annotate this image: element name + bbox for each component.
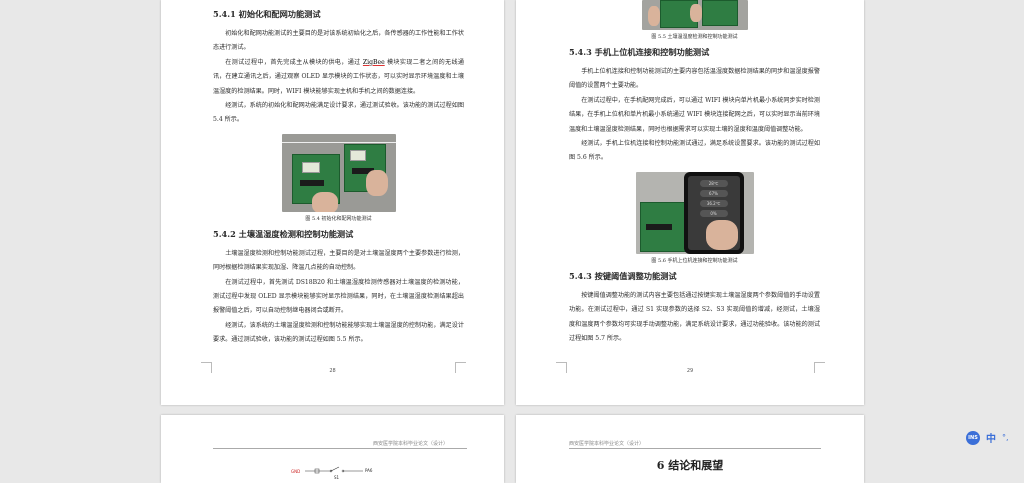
chapter-title: 6 结论和展望 (656, 459, 724, 472)
paragraph: 手机上位机连接和控制功能测试的主要内容包括温湿度数据检测结果的同步和温湿度报警阈… (569, 68, 820, 90)
running-header: 西安医学院本科毕业论文（设计） (373, 441, 449, 447)
phone-reading: 28℃ (699, 179, 728, 187)
text-run: 在测试过程中，首先完成主从模块的供电，通过 (225, 58, 363, 66)
figure-caption: 图 5.6 手机上位机连接和控制功能测试 (651, 257, 738, 264)
ime-toolbar[interactable]: INS 中 °, (966, 430, 1009, 445)
figure-photo-boards (281, 133, 396, 212)
running-header: 西安医学院本科毕业论文（设计） (569, 441, 645, 447)
page-number: 29 (686, 368, 694, 374)
circuit-lines (305, 466, 363, 474)
figure-5-4: 图 5.4 初始化和配网功能测试 (213, 133, 464, 222)
circuit-diagram: GND S1 PA6 (291, 463, 381, 483)
paragraph: 在测试过程中，在手机配网完成后，可以通过 WIFI 模块向单片机最小系统同步实时… (569, 96, 820, 133)
spellcheck-word[interactable]: ZigBee (363, 59, 385, 66)
figure-5-5: 图 5.5 土壤温湿度检测和控制功能测试 (569, 0, 820, 40)
ime-punctuation-icon[interactable]: °, (1002, 433, 1009, 442)
ime-language-toggle[interactable]: 中 (986, 430, 996, 445)
circuit-label: S1 (334, 475, 340, 480)
paragraph: 经测试，系统的初始化和配网功能满足设计要求，通过测试验收。该功能的测试过程如图 … (213, 102, 464, 124)
paragraph: 经测试，该系统的土壤温湿度检测和控制功能能够实现土壤温湿度的控制功能，满足设计要… (213, 321, 464, 344)
paragraph: 在测试过程中，首先完成主从模块的供电，通过 ZigBee 模块实现二者之间的无线… (213, 56, 464, 99)
phone-reading: 36.2℃ (699, 199, 728, 207)
paragraph: 在测试过程中，首先测试 DS18B20 和土壤温湿度检测传感器对土壤温度的检测功… (213, 278, 464, 315)
document-page-31: 西安医学院本科毕业论文（设计） 6 结论和展望 (516, 415, 864, 483)
page-number: 28 (329, 368, 336, 374)
document-page-29: 图 5.5 土壤温湿度检测和控制功能测试 5.4.3 手机上位机连接和控制功能测… (516, 0, 864, 405)
ime-badge-icon[interactable]: INS (966, 430, 980, 445)
figure-caption: 图 5.5 土壤温湿度检测和控制功能测试 (651, 34, 738, 40)
page-content: 图 5.5 土壤温湿度检测和控制功能测试 5.4.3 手机上位机连接和控制功能测… (569, 0, 820, 346)
phone-reading: 67% (699, 189, 728, 197)
section-title-5-4-4: 5.4.3 按键阈值调整功能测试 (569, 270, 677, 281)
paragraph: 土壤温湿度检测和控制功能测试过程，主要目的是对土壤温湿度两个主要参数进行检测，同… (213, 249, 464, 272)
document-page-30: 西安医学院本科毕业论文（设计） GND S1 PA6 (161, 415, 504, 483)
paragraph: 按键阈值调整功能的测试内容主要包括通过按键实现土壤温湿度两个参数阈值的手动设置功… (569, 291, 820, 343)
figure-5-6: 28℃ 67% 36.2℃ 0% 图 5.6 手机上位机连接和控制功能测试 (569, 171, 820, 264)
section-title-5-4-1: 5.4.1 初始化和配网功能测试 (213, 9, 321, 19)
figure-caption: 图 5.4 初始化和配网功能测试 (305, 215, 372, 222)
section-title-5-4-2: 5.4.2 土壤温湿度检测和控制功能测试 (213, 228, 354, 239)
phone-reading: 0% (699, 209, 728, 217)
document-page-28: 5.4.1 初始化和配网功能测试 初始化和配网功能测试的主要目的是对该系统初始化… (161, 0, 504, 405)
page-content: 5.4.1 初始化和配网功能测试 初始化和配网功能测试的主要目的是对该系统初始化… (213, 8, 464, 348)
section-title-5-4-3: 5.4.3 手机上位机连接和控制功能测试 (569, 47, 710, 57)
header-rule (213, 448, 467, 449)
paragraph: 初始化和配网功能测试的主要目的是对该系统初始化之后，各传感器的工作性能和工作状态… (213, 30, 464, 52)
circuit-label: PA6 (365, 468, 373, 473)
header-rule (569, 448, 821, 449)
figure-photo-boards (641, 0, 748, 30)
paragraph: 经测试，手机上位机连接和控制功能测试通过，满足系统设置要求。该功能的测试过程如图… (569, 140, 820, 162)
figure-photo-phone: 28℃ 67% 36.2℃ 0% (635, 171, 754, 254)
